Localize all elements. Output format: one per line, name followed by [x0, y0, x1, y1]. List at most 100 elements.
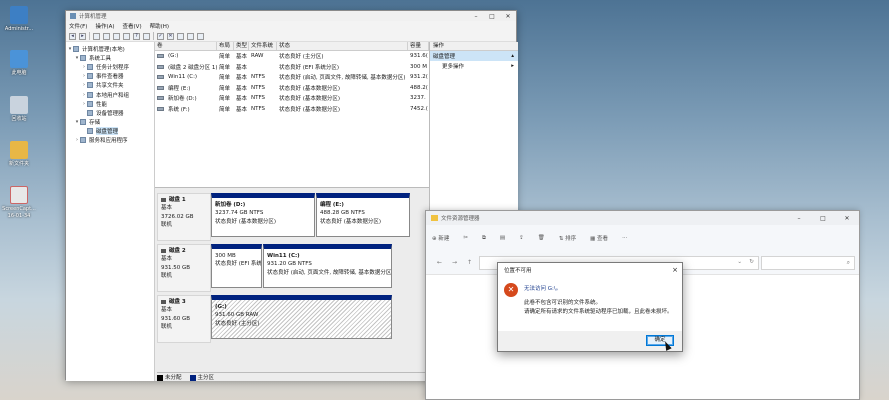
- partition-block[interactable]: Win11 (C:) 931.20 GB NTFS 状态良好 (启动, 页面文件…: [263, 244, 392, 288]
- rename-icon[interactable]: ⇪: [519, 235, 524, 241]
- fe-title-bar: 文件资源管理器 – □ ✕: [426, 211, 859, 225]
- tools-icon: [80, 54, 86, 61]
- disk-label[interactable]: 磁盘 2 基本 931.50 GB 联机: [157, 244, 211, 292]
- performance-icon: [87, 100, 93, 107]
- desktop-icon-new-folder[interactable]: 新文件夹: [2, 141, 36, 168]
- partition-block[interactable]: (G:) 931.60 GB RAW 状态良好 (主分区): [211, 295, 392, 339]
- folder-icon: [10, 141, 28, 159]
- desktop-icon-label: ScreenCapt... 16-01-34: [2, 206, 36, 219]
- user-folder-icon: [10, 6, 28, 24]
- view-button[interactable]: ▦ 查看: [590, 234, 608, 242]
- column-header-capacity[interactable]: 容量: [408, 42, 429, 50]
- delete-icon[interactable]: 🗑: [538, 235, 545, 241]
- back-arrow-icon[interactable]: ←: [432, 259, 447, 266]
- menu-help[interactable]: 帮助(H): [150, 22, 169, 30]
- maximize-icon[interactable]: □: [811, 215, 835, 222]
- close-icon[interactable]: ×: [668, 266, 682, 274]
- column-header-type[interactable]: 类型: [234, 42, 249, 50]
- drive-icon: [157, 96, 164, 101]
- tree-item-shared-folders[interactable]: › 共享文件夹: [66, 81, 154, 90]
- table-row[interactable]: 编程 (E:) 简单 基本 NTFS 状态良好 (基本数据分区) 488.2(: [155, 83, 429, 94]
- menu-action[interactable]: 操作(A): [95, 22, 114, 30]
- tree-item-device-manager[interactable]: 设备管理器: [66, 108, 154, 117]
- search-icon[interactable]: [187, 32, 194, 40]
- dialog-message: 无法访问 G:\。: [524, 286, 562, 292]
- desktop-icon-label: 回收站: [11, 116, 27, 122]
- desktop-icon-screencapture[interactable]: ScreenCapt... 16-01-34: [2, 186, 36, 220]
- view-icon: ▦: [590, 236, 598, 242]
- menu-file[interactable]: 文件(F): [69, 22, 87, 30]
- dialog-title-bar: 位置不可用 ×: [498, 263, 682, 276]
- partition-block[interactable]: 300 MB 状态良好 (EFI 系统: [211, 244, 262, 288]
- column-header-layout[interactable]: 布局: [217, 42, 234, 50]
- forward-arrow-icon[interactable]: →: [447, 259, 462, 266]
- tree-item-performance[interactable]: › 性能: [66, 99, 154, 108]
- cut-icon[interactable]: ✂: [463, 235, 468, 241]
- tree-item-event-viewer[interactable]: › 事件查看器: [66, 72, 154, 81]
- disk-icon: [161, 198, 166, 203]
- disk-label[interactable]: 磁盘 3 基本 931.60 GB 联机: [157, 295, 211, 343]
- forward-arrow-icon[interactable]: ▸: [79, 32, 86, 40]
- properties-icon[interactable]: [123, 32, 130, 40]
- sort-button[interactable]: ⇅ 排序: [559, 234, 576, 242]
- back-arrow-icon[interactable]: ◂: [69, 32, 76, 40]
- close-icon[interactable]: ✕: [500, 13, 516, 20]
- maximize-icon[interactable]: □: [484, 13, 500, 20]
- actions-disk-management[interactable]: 磁盘管理 ▴: [430, 51, 518, 61]
- tree-item-local-users[interactable]: › 本地用户和组: [66, 90, 154, 99]
- desktop-icon-recycle-bin[interactable]: 回收站: [2, 96, 36, 123]
- disk-legend: 未分配 主分区: [157, 372, 429, 381]
- show-tree-icon[interactable]: [103, 32, 110, 40]
- refresh-icon[interactable]: ↻: [749, 259, 754, 265]
- delete-icon[interactable]: ✕: [167, 32, 174, 40]
- dialog-title: 位置不可用: [504, 267, 532, 274]
- table-row[interactable]: Win11 (C:) 简单 基本 NTFS 状态良好 (启动, 页面文件, 故障转储, …: [155, 72, 429, 83]
- menu-view[interactable]: 查看(V): [123, 22, 142, 30]
- search-input[interactable]: ⌕: [761, 256, 855, 270]
- pane-icon[interactable]: [197, 32, 204, 40]
- table-row[interactable]: (G:) 简单 基本 RAW 状态良好 (主分区) 931.6(: [155, 51, 429, 62]
- disk-label[interactable]: 磁盘 1 基本 3726.02 GB 联机: [157, 193, 211, 241]
- minimize-icon[interactable]: –: [787, 215, 811, 222]
- more-options-icon[interactable]: ···: [622, 235, 627, 241]
- tree-item-task-scheduler[interactable]: › 任务计划程序: [66, 62, 154, 71]
- minimize-icon[interactable]: –: [468, 13, 484, 20]
- tree-item-services-apps[interactable]: › 服务和应用程序: [66, 136, 154, 145]
- partition-block[interactable]: 编程 (E:) 488.28 GB NTFS 状态良好 (基本数据分区): [316, 193, 410, 237]
- help-icon[interactable]: ?: [133, 32, 140, 40]
- computer-management-icon: [70, 13, 76, 19]
- desktop-icon-user-folder[interactable]: Administr...: [2, 6, 36, 33]
- table-row[interactable]: (磁盘 2 磁盘分区 1) 简单 基本 状态良好 (EFI 系统分区) 300 M: [155, 62, 429, 73]
- device-manager-icon: [87, 109, 93, 116]
- tree-item-computer-management[interactable]: ▾ 计算机管理(本地): [66, 44, 154, 53]
- column-header-status[interactable]: 状态: [277, 42, 408, 50]
- image-file-icon: [10, 186, 28, 204]
- desktop-icon-label: 新文件夹: [8, 161, 29, 167]
- chevron-down-icon[interactable]: ⌄: [737, 259, 742, 265]
- table-row[interactable]: 新加卷 (D:) 简单 基本 NTFS 状态良好 (基本数据分区) 3237.: [155, 93, 429, 104]
- table-row[interactable]: 系统 (F:) 简单 基本 NTFS 状态良好 (基本数据分区) 7452.(: [155, 104, 429, 115]
- users-icon: [87, 91, 93, 98]
- unallocated-swatch: [157, 374, 163, 381]
- check-icon[interactable]: ✓: [157, 32, 164, 40]
- up-folder-icon[interactable]: [93, 32, 100, 40]
- actions-more[interactable]: 更多操作 ▸: [430, 61, 518, 71]
- partition-block[interactable]: 新加卷 (D:) 3237.74 GB NTFS 状态良好 (基本数据分区): [211, 193, 315, 237]
- desktop-icon-this-pc[interactable]: 此电脑: [2, 50, 36, 77]
- desktop-icon-label: 此电脑: [11, 70, 27, 76]
- up-arrow-icon[interactable]: ↑: [462, 259, 477, 266]
- computer-icon: [73, 45, 79, 52]
- paste-icon[interactable]: ▤: [500, 235, 505, 241]
- column-header-volume[interactable]: 卷: [155, 42, 217, 50]
- new-button[interactable]: ⊕ 新建: [432, 234, 449, 242]
- folder-open-icon[interactable]: [177, 32, 184, 40]
- disk-icon: [161, 300, 166, 305]
- copy-icon[interactable]: ⧉: [482, 235, 486, 242]
- tree-item-storage[interactable]: ▾ 存储: [66, 118, 154, 127]
- close-icon[interactable]: ✕: [835, 215, 859, 222]
- tree-item-system-tools[interactable]: ▾ 系统工具: [66, 53, 154, 62]
- export-list-icon[interactable]: [143, 32, 150, 40]
- column-header-filesystem[interactable]: 文件系统: [249, 42, 277, 50]
- tree-item-disk-management[interactable]: 磁盘管理: [66, 127, 154, 136]
- console-list-icon[interactable]: [113, 32, 120, 40]
